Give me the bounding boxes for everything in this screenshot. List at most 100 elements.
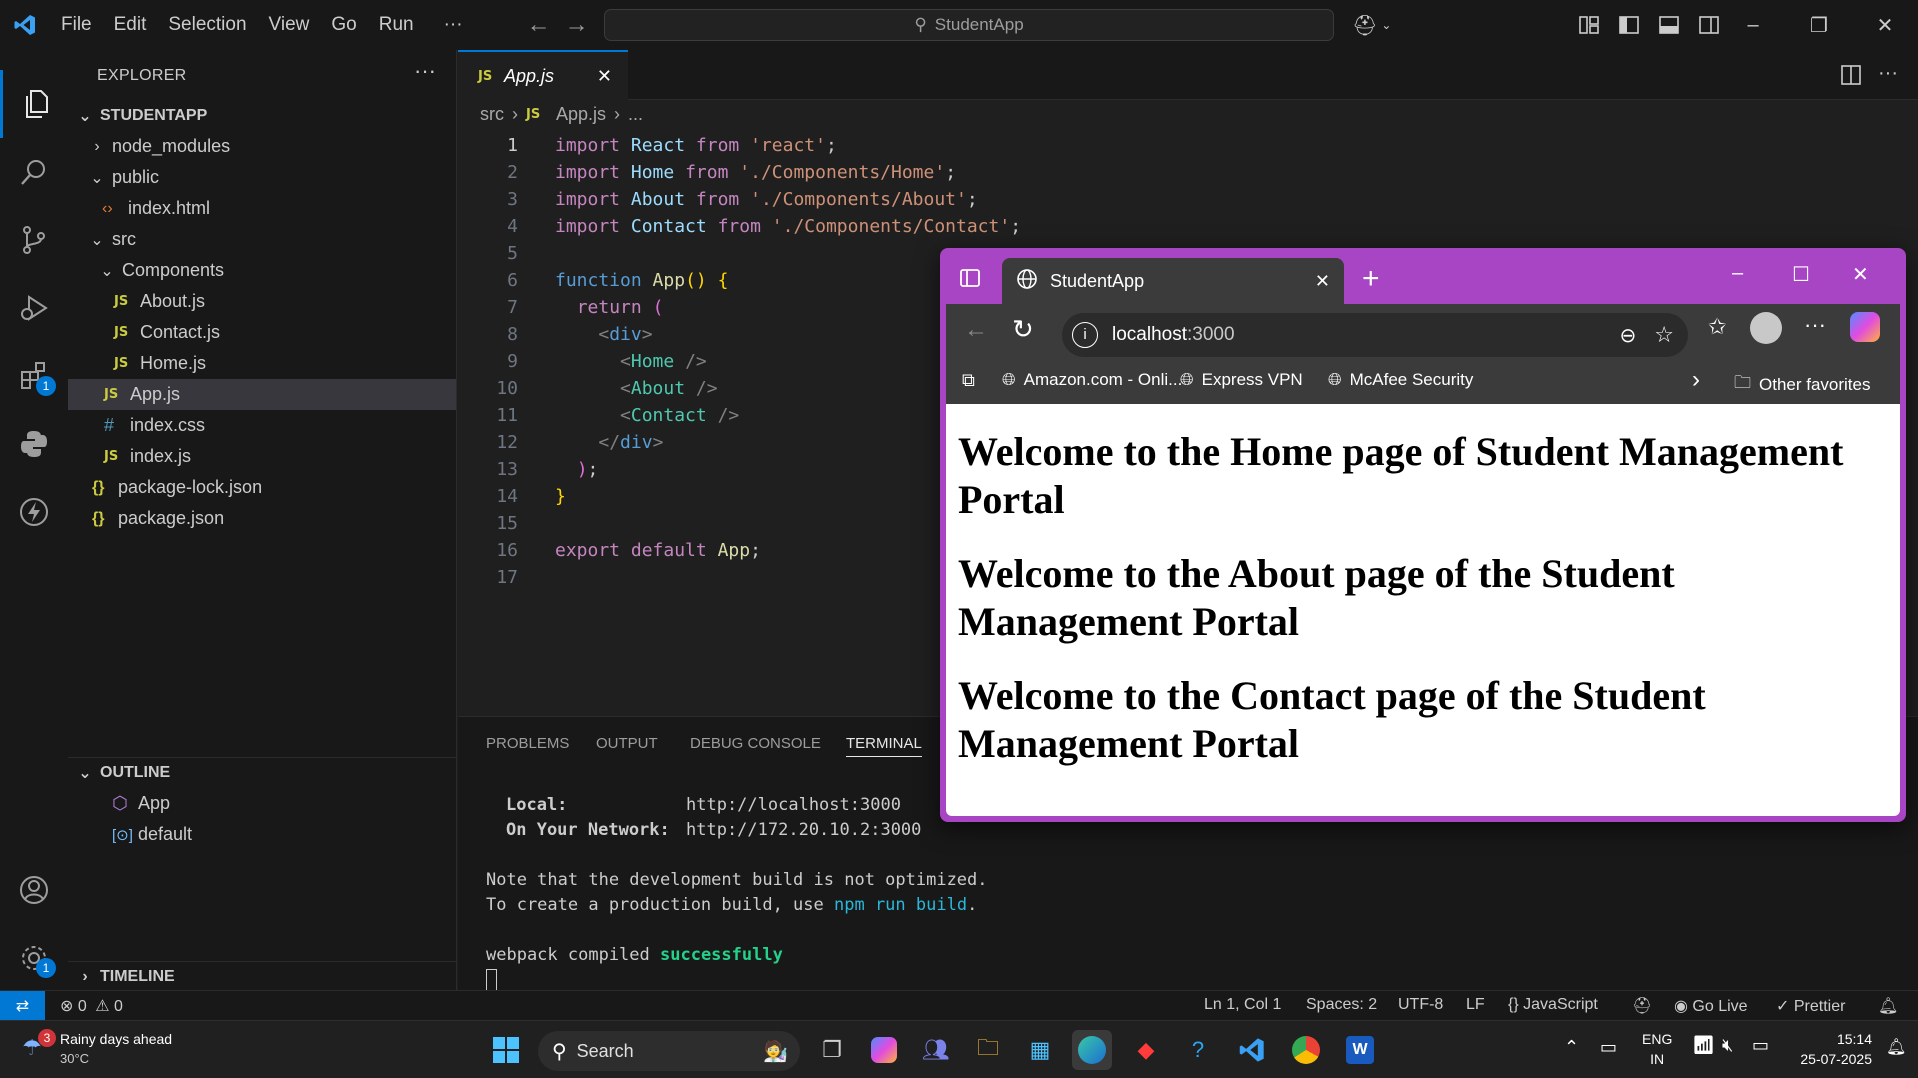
file-explorer-icon[interactable]: 🗀 bbox=[968, 1030, 1008, 1070]
restore-button[interactable]: ❐ bbox=[1786, 13, 1852, 38]
problems-status[interactable]: ⊗ 0 ⚠ 0 bbox=[60, 996, 123, 1016]
python-activity[interactable] bbox=[0, 410, 68, 478]
menu-file[interactable]: File bbox=[50, 0, 103, 50]
explorer-more-button[interactable]: ··· bbox=[414, 58, 436, 84]
edge-icon[interactable] bbox=[1072, 1030, 1112, 1070]
favorite-star-icon[interactable]: ☆ bbox=[1654, 322, 1674, 348]
show-hidden-icons[interactable]: ⌃ bbox=[1564, 1037, 1579, 1058]
outline-item-app[interactable]: ⬡ App bbox=[68, 788, 456, 819]
task-view-icon[interactable]: ❐ bbox=[812, 1030, 852, 1070]
tree-item-node-modules[interactable]: › node_modules bbox=[68, 131, 456, 162]
menu-edit[interactable]: Edit bbox=[103, 0, 158, 50]
favorite-amazon[interactable]: 🌐︎ Amazon.com - Onli... bbox=[1002, 370, 1182, 390]
extensions-activity[interactable]: 1 bbox=[0, 342, 68, 410]
split-editor-icon[interactable] bbox=[1840, 64, 1862, 86]
customize-layout-icon[interactable] bbox=[1578, 15, 1600, 35]
accounts-activity[interactable] bbox=[0, 856, 68, 924]
editor-more-button[interactable]: ··· bbox=[1878, 62, 1898, 85]
more-options-icon[interactable]: ··· bbox=[1804, 312, 1826, 338]
tree-item-src[interactable]: ⌄ src bbox=[68, 224, 456, 255]
copilot-taskbar-icon[interactable] bbox=[864, 1030, 904, 1070]
tab-app-js[interactable]: JS App.js ✕ bbox=[458, 50, 628, 100]
search-activity[interactable] bbox=[0, 138, 68, 206]
windows-start-button[interactable] bbox=[486, 1030, 526, 1070]
remote-indicator[interactable]: ⇄ bbox=[0, 990, 45, 1021]
tree-item-app-js[interactable]: JS App.js bbox=[68, 379, 456, 410]
prettier-status[interactable]: ✓ Prettier bbox=[1776, 996, 1845, 1016]
word-icon[interactable]: W bbox=[1340, 1030, 1380, 1070]
vscode-taskbar-icon[interactable] bbox=[1232, 1030, 1272, 1070]
tab-debug-console[interactable]: DEBUG CONSOLE bbox=[690, 735, 821, 752]
minimize-button[interactable]: – bbox=[1720, 14, 1786, 37]
indentation-status[interactable]: Spaces: 2 bbox=[1306, 996, 1377, 1014]
breadcrumb-src[interactable]: src bbox=[480, 104, 504, 125]
profile-avatar[interactable] bbox=[1750, 312, 1782, 344]
back-arrow-icon[interactable]: ← bbox=[520, 11, 558, 39]
tree-item-components[interactable]: ⌄ Components bbox=[68, 255, 456, 286]
back-arrow-icon[interactable]: ← bbox=[964, 316, 988, 344]
breadcrumb-file[interactable]: App.js bbox=[556, 104, 606, 125]
forward-arrow-icon[interactable]: → bbox=[558, 11, 596, 39]
run-debug-activity[interactable] bbox=[0, 274, 68, 342]
tree-item-contact-js[interactable]: JS Contact.js bbox=[68, 317, 456, 348]
terminal-cursor[interactable] bbox=[486, 969, 497, 991]
help-icon[interactable]: ? bbox=[1178, 1030, 1218, 1070]
tree-item-index-css[interactable]: # index.css bbox=[68, 410, 456, 441]
bell-icon[interactable]: 🔔︎ bbox=[1878, 996, 1898, 1016]
menu-selection[interactable]: Selection bbox=[157, 0, 257, 50]
explorer-activity[interactable] bbox=[0, 70, 68, 138]
menu-more-button[interactable]: ··· bbox=[433, 0, 474, 50]
chrome-icon[interactable] bbox=[1286, 1030, 1326, 1070]
browser-maximize-button[interactable]: ☐ bbox=[1792, 262, 1810, 287]
collections-icon[interactable]: ⧉ bbox=[962, 370, 975, 391]
tree-item-public[interactable]: ⌄ public bbox=[68, 162, 456, 193]
browser-close-button[interactable]: ✕ bbox=[1852, 262, 1869, 287]
thunder-client-activity[interactable] bbox=[0, 478, 68, 546]
tab-output[interactable]: OUTPUT bbox=[596, 735, 658, 752]
timeline-section-header[interactable]: › TIMELINE bbox=[68, 961, 456, 992]
battery-icon[interactable]: ▭ bbox=[1752, 1035, 1769, 1056]
close-icon[interactable]: ✕ bbox=[597, 66, 612, 87]
tree-item-index-html[interactable]: ‹› index.html bbox=[68, 193, 456, 224]
refresh-icon[interactable]: ↻ bbox=[1012, 314, 1034, 345]
outline-section-header[interactable]: ⌄ OUTLINE bbox=[68, 757, 456, 788]
tree-item-home-js[interactable]: JS Home.js bbox=[68, 348, 456, 379]
copilot-status-icon[interactable]: ⛑ bbox=[1632, 996, 1652, 1016]
outline-item-default[interactable]: [⊙] default bbox=[68, 819, 456, 850]
battery-saver-icon[interactable]: ▭ bbox=[1600, 1037, 1617, 1058]
cursor-position[interactable]: Ln 1, Col 1 bbox=[1204, 996, 1281, 1014]
close-icon[interactable]: ✕ bbox=[1315, 271, 1330, 292]
favorite-mcafee[interactable]: 🌐︎ McAfee Security bbox=[1328, 370, 1473, 390]
chevron-right-icon[interactable]: › bbox=[1692, 366, 1700, 394]
encoding-status[interactable]: UTF-8 bbox=[1398, 996, 1443, 1014]
volume-muted-icon[interactable]: 🔇︎ bbox=[1722, 1035, 1733, 1056]
menu-view[interactable]: View bbox=[258, 0, 321, 50]
wifi-icon[interactable]: 📶︎ bbox=[1692, 1035, 1715, 1056]
notification-bell-icon[interactable]: 🔔︎ bbox=[1886, 1037, 1906, 1057]
terminal-local-url[interactable]: http://localhost:3000 bbox=[686, 795, 901, 815]
tree-item-package-json[interactable]: {} package.json bbox=[68, 503, 456, 534]
command-center-search[interactable]: ⚲ StudentApp bbox=[604, 9, 1334, 41]
toggle-panel-icon[interactable] bbox=[1658, 15, 1680, 35]
manage-activity[interactable]: 1 bbox=[0, 924, 68, 992]
browser-minimize-button[interactable]: – bbox=[1732, 262, 1743, 285]
tab-actions-icon[interactable] bbox=[958, 266, 982, 295]
browser-tab[interactable]: StudentApp ✕ bbox=[1002, 258, 1344, 304]
breadcrumb-symbol[interactable]: ... bbox=[628, 104, 643, 125]
copilot-menu[interactable]: ⛑ ⌄ bbox=[1352, 0, 1391, 50]
close-button[interactable]: ✕ bbox=[1852, 13, 1918, 38]
eol-status[interactable]: LF bbox=[1466, 996, 1485, 1014]
taskbar-search[interactable]: ⚲ Search 🧑‍🔬 bbox=[538, 1031, 800, 1071]
new-tab-icon[interactable]: + bbox=[1362, 262, 1380, 296]
clock[interactable]: 15:14 25-07-2025 bbox=[1790, 1029, 1872, 1069]
tab-problems[interactable]: PROBLEMS bbox=[486, 735, 569, 752]
terminal-network-url[interactable]: http://172.20.10.2:3000 bbox=[686, 820, 921, 840]
address-bar[interactable]: i localhost:3000 ⊖ ☆ bbox=[1062, 313, 1688, 357]
menu-go[interactable]: Go bbox=[320, 0, 367, 50]
anydesk-icon[interactable]: ◆ bbox=[1126, 1030, 1166, 1070]
other-favorites[interactable]: 🗀 Other favorites bbox=[1734, 370, 1871, 399]
microsoft-store-icon[interactable]: ▦ bbox=[1020, 1030, 1060, 1070]
language-status[interactable]: {} JavaScript bbox=[1508, 996, 1598, 1014]
weather-widget[interactable]: ☂ 3 Rainy days ahead 30°C bbox=[14, 1029, 184, 1071]
tree-item-about-js[interactable]: JS About.js bbox=[68, 286, 456, 317]
